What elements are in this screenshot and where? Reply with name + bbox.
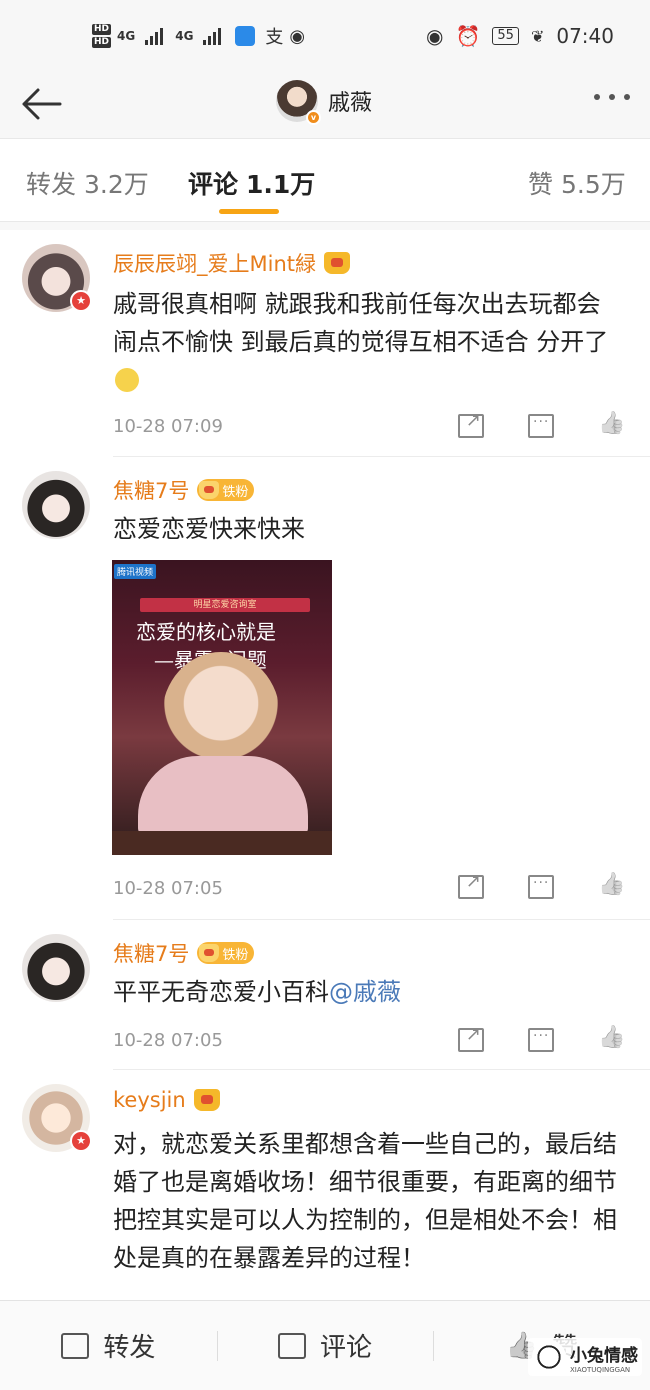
like-icon[interactable] [598,414,624,438]
alarm-icon: ⏰ [455,24,481,48]
network-type-1: 4G [117,29,136,43]
rabbit-logo-icon [532,1340,566,1374]
comment-username[interactable]: keysjin [113,1088,220,1112]
like-icon[interactable] [598,875,624,899]
avatar[interactable]: v [276,80,321,125]
crown-icon [199,481,220,499]
battery-indicator: 55 [492,27,519,45]
comment-list[interactable]: ★ 辰辰辰翊_爱上Mint緑 戚哥很真相啊 就跟我和我前任每次出去玩都会闹点不愉… [0,230,650,1300]
nav-user[interactable]: v 戚薇 [276,80,372,125]
active-tab-indicator [219,209,279,214]
comment-username[interactable]: 焦糖7号 铁粉 [113,475,255,505]
crown-icon [324,252,350,274]
comment-text: 恋爱恋爱快来快来 [113,515,305,543]
video-logo: 腾讯视频 [114,564,157,579]
avatar[interactable] [22,471,90,539]
reply-icon[interactable] [528,414,554,438]
photo-desk [112,831,332,855]
comment-time: 10-28 07:05 [113,1030,223,1051]
comment-actions [458,1024,624,1052]
comment-actions [458,410,624,438]
comment-text: 对，就恋爱关系里都想含着一些自己的，最后结婚了也是离婚收场！细节很重要，有距离的… [113,1130,617,1272]
comment-button[interactable]: 评论 [216,1301,434,1390]
comment-item: ★ 辰辰辰翊_爱上Mint緑 戚哥很真相啊 就跟我和我前任每次出去玩都会闹点不愉… [0,230,650,457]
hd-indicator: HD HD [92,24,112,48]
back-arrow-icon[interactable] [18,84,62,124]
member-badge-icon: ★ [70,290,92,312]
repost-icon [61,1332,90,1359]
fan-badge: 铁粉 [197,942,255,964]
comment-item: 焦糖7号 铁粉 平平无奇恋爱小百科@戚薇 10-28 07:05 [0,920,650,1070]
tab-likes[interactable]: 赞 5.5万 [528,165,626,201]
avatar[interactable]: ★ [22,244,92,312]
nav-bar: v 戚薇 [0,72,650,138]
comment-image[interactable]: 腾讯视频 明星恋爱咨询室 恋爱的核心就是 —暴露 问题 [112,560,332,855]
image-banner: 明星恋爱咨询室 [140,598,310,612]
network-type-2: 4G [175,29,194,43]
eye-icon: ◉ [426,24,444,48]
repost-icon[interactable] [458,410,484,438]
leaf-icon: ❦ [530,26,545,46]
more-options-icon[interactable] [594,94,630,100]
comment-icon [278,1332,306,1359]
mention-link[interactable]: @戚薇 [329,978,401,1006]
repost-icon[interactable] [458,871,484,899]
tab-repost[interactable]: 转发 3.2万 [26,165,149,201]
wechat-icon: ◉ [289,25,306,47]
verified-badge-icon: v [306,110,321,125]
comment-username[interactable]: 辰辰辰翊_爱上Mint緑 [113,248,350,278]
avatar[interactable] [22,934,90,1002]
photo-dress [138,756,308,836]
comment-text: 平平无奇恋爱小百科@戚薇 [113,978,401,1006]
comment-text: 戚哥很真相啊 就跟我和我前任每次出去玩都会闹点不愉快 到最后真的觉得互相不适合 … [113,285,623,399]
comment-item: ★ keysjin 对，就恋爱关系里都想含着一些自己的，最后结婚了也是离婚收场！… [0,1070,650,1300]
send-app-icon [235,26,256,46]
watermark-logo: 小兔情感 XIAOTUQINGGAN [528,1338,642,1376]
repost-icon[interactable] [458,1024,484,1052]
emoji-icon [115,368,139,392]
comment-time: 10-28 07:09 [113,416,223,437]
fan-badge: 铁粉 [197,479,255,501]
signal-icon-2 [203,27,222,45]
alipay-icon: 支 [265,27,284,48]
crown-icon [199,944,220,962]
reply-icon[interactable] [528,1028,554,1052]
reply-icon[interactable] [528,875,554,899]
comment-time: 10-28 07:05 [113,878,223,899]
crown-icon [193,1089,220,1111]
status-bar: HD HD 4G 4G 支 ◉ ◉ ⏰ 55 ❦ 07:40 [0,0,650,72]
member-badge-icon: ★ [70,1130,92,1152]
clock-time: 07:40 [556,24,614,48]
comment-username[interactable]: 焦糖7号 铁粉 [113,938,255,968]
signal-icon [145,27,164,45]
tab-bar: 转发 3.2万 评论 1.1万 赞 5.5万 [0,138,650,222]
tab-comments[interactable]: 评论 1.1万 [188,165,315,201]
avatar[interactable]: ★ [22,1084,92,1152]
like-icon[interactable] [598,1028,624,1052]
repost-button[interactable]: 转发 [0,1301,217,1390]
page-title[interactable]: 戚薇 [328,85,372,117]
comment-actions [458,871,624,899]
